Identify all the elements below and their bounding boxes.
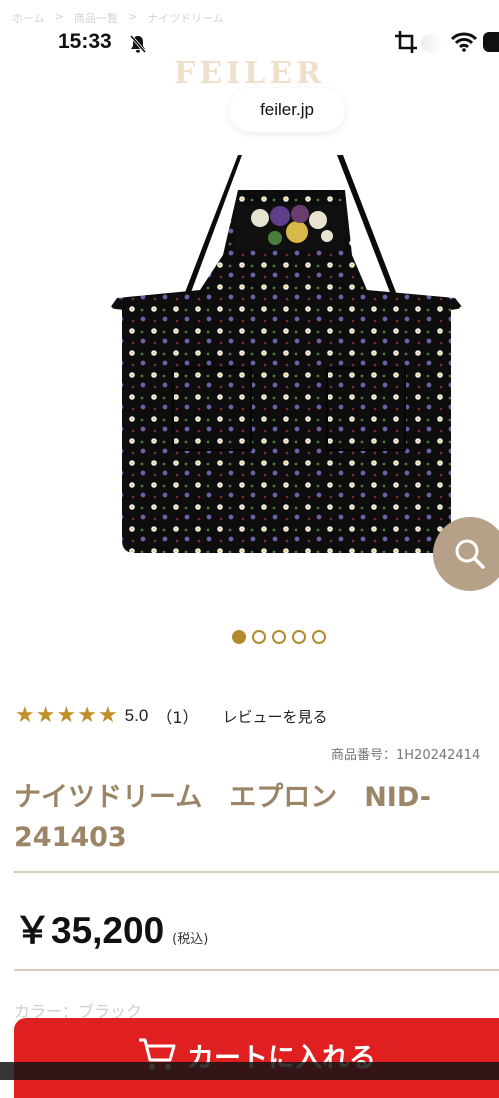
star-icon: ★ bbox=[77, 703, 97, 728]
bell-muted-icon bbox=[129, 35, 147, 53]
rating-count: （1） bbox=[156, 708, 199, 727]
image-pager bbox=[232, 630, 326, 644]
divider bbox=[14, 969, 499, 971]
status-time: 15:33 bbox=[58, 30, 112, 53]
pager-dot[interactable] bbox=[272, 630, 286, 644]
breadcrumb-item[interactable]: ホーム bbox=[12, 10, 45, 26]
breadcrumb-separator: > bbox=[54, 10, 64, 23]
battery-icon bbox=[483, 32, 499, 52]
divider bbox=[14, 871, 499, 873]
product-code: 商品番号：1H20242414 bbox=[331, 748, 481, 763]
pager-dot[interactable] bbox=[292, 630, 306, 644]
rating-row: ★ ★ ★ ★ ★ 5.0 （1） レビューを見る bbox=[15, 704, 328, 728]
product-image-apron[interactable] bbox=[105, 150, 465, 560]
zoom-button[interactable] bbox=[433, 517, 499, 591]
star-icon: ★ bbox=[56, 703, 77, 728]
add-to-cart-button[interactable]: カートに入れる bbox=[14, 1018, 499, 1098]
breadcrumb: ホーム > 商品一覧 > ナイツドリーム bbox=[12, 10, 224, 26]
review-link[interactable]: レビューを見る bbox=[223, 706, 328, 727]
brand-logo[interactable]: FEILER bbox=[0, 56, 499, 91]
crop-icon bbox=[395, 31, 417, 53]
product-title: ナイツドリーム エプロン NID- 241403 bbox=[14, 778, 494, 858]
signal-indicator bbox=[421, 34, 443, 52]
rating-score: 5.0 bbox=[124, 706, 149, 725]
pager-dot[interactable] bbox=[232, 630, 246, 644]
product-price: ￥35,200 bbox=[14, 910, 165, 951]
tax-note: (税込) bbox=[172, 932, 209, 947]
search-icon bbox=[455, 539, 485, 569]
pager-dot[interactable] bbox=[312, 630, 326, 644]
star-icon: ★ bbox=[97, 703, 118, 728]
price-row: ￥35,200 (税込) bbox=[14, 900, 208, 954]
wifi-icon bbox=[451, 32, 477, 52]
breadcrumb-item: ナイツドリーム bbox=[147, 12, 224, 25]
url-bar[interactable]: feiler.jp bbox=[229, 88, 345, 132]
breadcrumb-separator: > bbox=[127, 10, 138, 23]
breadcrumb-item[interactable]: 商品一覧 bbox=[74, 10, 118, 26]
product-title-line: 241403 bbox=[14, 822, 127, 853]
pager-dot[interactable] bbox=[252, 630, 266, 644]
product-title-line: ナイツドリーム エプロン NID- bbox=[14, 782, 431, 813]
browser-bottom-bar bbox=[0, 1062, 499, 1080]
star-icon: ★ bbox=[15, 703, 35, 728]
star-icon: ★ bbox=[35, 703, 56, 728]
